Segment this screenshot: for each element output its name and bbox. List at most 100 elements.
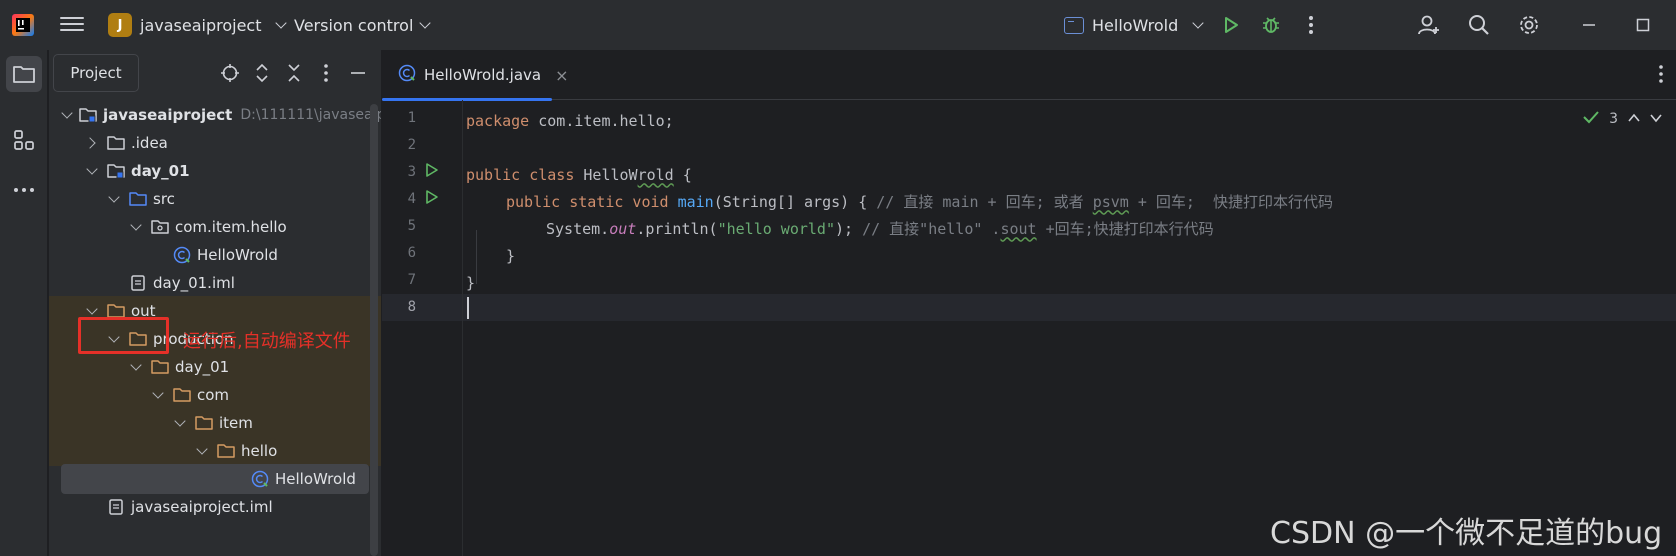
code-line-4[interactable]: public static void main (String[] args) {… [506, 188, 1333, 215]
structure-tool-icon[interactable] [6, 122, 42, 158]
run-config-label: HelloWrold [1092, 15, 1179, 35]
more-actions-icon[interactable] [1298, 12, 1324, 38]
tree-item-label: .idea [131, 134, 168, 152]
add-user-icon[interactable] [1416, 12, 1442, 38]
tree-item-class[interactable]: HelloWrold [49, 240, 381, 270]
code-line-3[interactable]: public class HelloW rold { [466, 161, 692, 188]
code-line-5[interactable]: System. out .println("hello world"); // 直接… [546, 215, 1214, 242]
tree-item-hello[interactable]: hello [49, 436, 381, 466]
hide-panel-icon[interactable] [347, 62, 369, 84]
chevron-down-icon[interactable] [85, 164, 99, 178]
gear-icon[interactable] [1516, 12, 1542, 38]
chevron-down-icon [1192, 17, 1204, 29]
tree-item-idea[interactable]: .idea [49, 128, 381, 158]
excluded-folder-icon [195, 414, 213, 432]
chevron-down-icon [275, 17, 288, 29]
java-class-icon [251, 470, 269, 488]
tab-options-icon[interactable] [1658, 64, 1664, 88]
project-path: D:\111111\javaseaip [240, 107, 381, 123]
tree-item-com[interactable]: com [49, 380, 381, 410]
tree-item-project-iml[interactable]: javaseaiproject.iml [49, 492, 381, 522]
tree-item-label: com [197, 386, 230, 404]
code-line-6[interactable]: } [506, 242, 515, 269]
java-class-icon [173, 246, 191, 264]
line-number: 7 [407, 272, 416, 288]
module-folder-icon [79, 106, 97, 124]
module-file-icon [129, 274, 147, 292]
line-number: 6 [407, 245, 416, 261]
tree-item-compiled-class[interactable]: HelloWrold [61, 464, 369, 494]
version-control-menu[interactable]: Version control [294, 12, 432, 38]
module-folder-icon [107, 162, 125, 180]
chevron-down-icon[interactable] [173, 416, 187, 430]
tree-item-label: HelloWrold [197, 246, 278, 264]
tree-item-iml[interactable]: day_01.iml [49, 268, 381, 298]
tool-window-strip [0, 50, 48, 556]
debug-icon[interactable] [1258, 12, 1284, 38]
line-number: 4 [407, 191, 416, 207]
excluded-folder-icon [151, 358, 169, 376]
line-number: 5 [407, 218, 416, 234]
editor-tabs: HelloWrold.java × [382, 50, 1676, 101]
line-number: 3 [407, 164, 416, 180]
checkmark-icon [1583, 110, 1599, 128]
module-file-icon [107, 498, 125, 516]
chevron-down-icon[interactable] [1650, 111, 1662, 127]
chevron-down-icon[interactable] [63, 108, 71, 122]
tree-item-label: com.item.hello [175, 218, 287, 236]
tree-item-day01[interactable]: day_01 [49, 156, 381, 186]
intellij-logo-icon[interactable] [12, 14, 34, 36]
chevron-right-icon[interactable] [85, 136, 99, 150]
maximize-icon[interactable] [1630, 12, 1656, 38]
code-editor: HelloWrold.java × 1 2 3 4 5 6 7 8 packag… [382, 50, 1676, 556]
tree-item-javaseaiproject[interactable]: javaseaiproject D:\111111\javaseaip [49, 100, 381, 130]
tree-item-src[interactable]: src [49, 184, 381, 214]
run-config-selector[interactable]: HelloWrold [1064, 12, 1204, 38]
inspection-widget[interactable]: 3 [1583, 110, 1662, 128]
project-panel-header: Project [49, 50, 381, 98]
chevron-down-icon[interactable] [85, 304, 99, 318]
tree-item-out-day01[interactable]: day_01 [49, 352, 381, 382]
close-icon[interactable]: × [555, 66, 568, 85]
tree-item-item[interactable]: item [49, 408, 381, 438]
locate-file-icon[interactable] [219, 62, 241, 84]
folder-icon [107, 134, 125, 152]
search-icon[interactable] [1466, 12, 1492, 38]
chevron-down-icon[interactable] [195, 444, 209, 458]
annotation-text: 运行后,自动编译文件 [183, 331, 351, 352]
code-line-7[interactable]: } [466, 269, 475, 296]
more-tools-icon[interactable] [6, 172, 42, 208]
project-tool-button[interactable] [6, 56, 42, 92]
main-menu-icon[interactable] [60, 14, 84, 36]
inspection-count: 3 [1609, 111, 1618, 127]
project-panel-scrollbar[interactable] [370, 104, 378, 556]
text-caret [467, 297, 469, 319]
minimize-icon[interactable] [1576, 12, 1602, 38]
project-panel: Project javaseaiproject D:\111111\javase… [49, 50, 381, 556]
project-panel-title[interactable]: Project [53, 54, 139, 92]
gutter-divider [462, 100, 463, 556]
run-icon[interactable] [1218, 12, 1244, 38]
collapse-all-icon[interactable] [283, 62, 305, 84]
code-line-1[interactable]: package com.item.hello; [466, 107, 674, 134]
chevron-down-icon[interactable] [129, 360, 143, 374]
watermark: CSDN @一个微不足道的bug [1270, 516, 1663, 551]
chevron-down-icon[interactable] [107, 192, 121, 206]
run-class-icon[interactable] [424, 162, 440, 178]
expand-all-icon[interactable] [251, 62, 273, 84]
project-badge: J [108, 13, 132, 37]
excluded-folder-icon [173, 386, 191, 404]
run-main-icon[interactable] [424, 189, 440, 205]
tree-item-label: item [219, 414, 253, 432]
title-bar: J javaseaiproject Version control HelloW… [0, 0, 1676, 50]
chevron-up-icon[interactable] [1628, 111, 1640, 127]
tree-item-package[interactable]: com.item.hello [49, 212, 381, 242]
tree-item-label: day_01 [131, 162, 190, 180]
panel-options-icon[interactable] [315, 62, 337, 84]
editor-gutter: 1 2 3 4 5 6 7 8 [382, 50, 462, 506]
project-switcher[interactable]: J javaseaiproject [108, 12, 288, 38]
project-name: javaseaiproject [140, 15, 262, 35]
chevron-down-icon[interactable] [129, 220, 143, 234]
tree-item-label: day_01.iml [153, 274, 235, 292]
chevron-down-icon[interactable] [151, 388, 165, 402]
